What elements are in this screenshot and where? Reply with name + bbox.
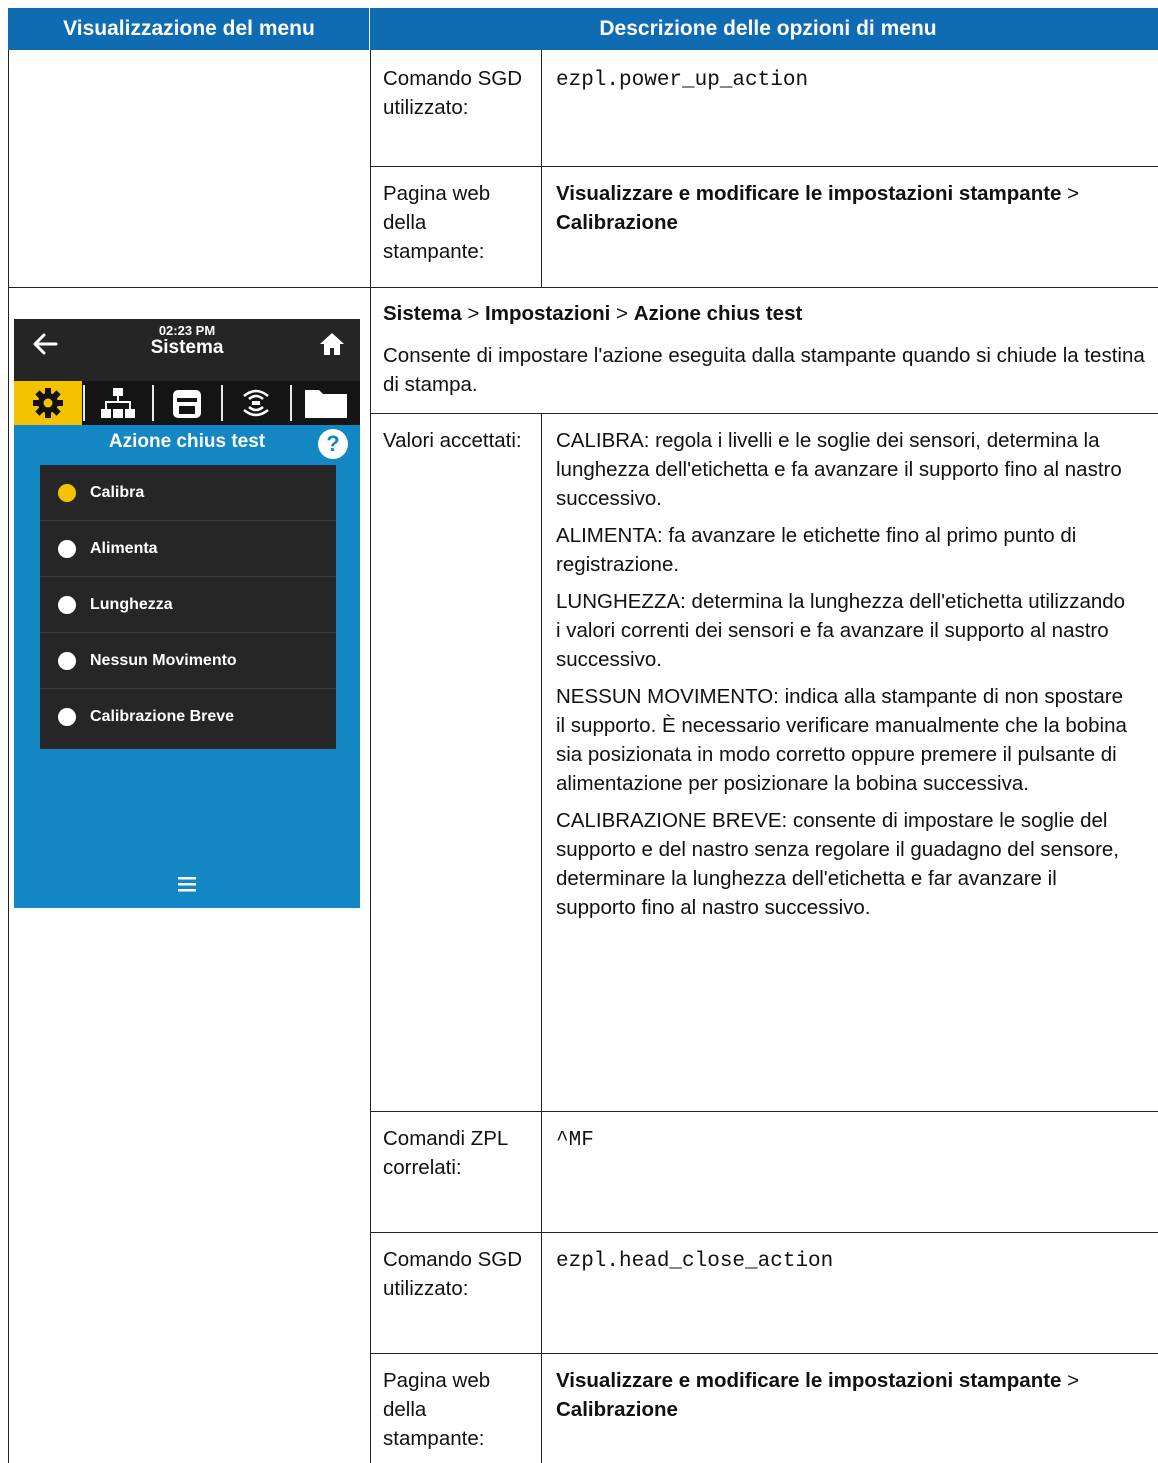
row-value-sgd: ezpl.head_close_action <box>556 1250 834 1273</box>
webpage-path-2: Calibrazione <box>556 1398 678 1421</box>
display-tab-bar <box>14 381 360 425</box>
webpage-path-2: Calibrazione <box>556 211 678 234</box>
gear-icon <box>33 388 63 418</box>
option-label: Calibrazione Breve <box>90 707 235 725</box>
webpage-path-1: Visualizzare e modificare le impostazion… <box>556 182 1062 205</box>
value-calibra: CALIBRA: regola i livelli e le soglie de… <box>556 429 1122 510</box>
display-top-bar: 02:23 PM Sistema <box>14 319 360 381</box>
display-title: Sistema <box>150 337 224 358</box>
printer-icon <box>173 390 201 418</box>
option-label: Calibra <box>90 483 145 501</box>
radio-icon <box>58 539 76 558</box>
header-menu-description: Descrizione delle opzioni di menu <box>370 8 1158 50</box>
row-label-zpl: Comandi ZPL correlati: <box>383 1127 508 1179</box>
printer-tab[interactable] <box>154 381 220 425</box>
row-label-values: Valori accettati: <box>383 429 522 452</box>
row-value-webpage: Visualizzare e modificare le impostazion… <box>556 179 1116 237</box>
printer-display: 02:23 PM Sistema Azione chius test ? Cal… <box>14 319 360 908</box>
option-lunghezza[interactable]: Lunghezza <box>40 577 336 633</box>
value-alimenta: ALIMENTA: fa avanzare le etichette fino … <box>556 524 1077 576</box>
row-label-webpage: Pagina web della stampante: <box>383 1369 491 1450</box>
radio-icon <box>58 707 76 726</box>
wireless-tab[interactable] <box>223 381 289 425</box>
radio-icon <box>58 651 76 670</box>
network-icon <box>101 388 135 418</box>
breadcrumb-sep: > <box>467 302 480 325</box>
option-calibrazione-breve[interactable]: Calibrazione Breve <box>40 689 336 744</box>
help-icon[interactable]: ? <box>318 429 348 459</box>
label-divider-top <box>541 50 542 287</box>
webpage-path-1: Visualizzare e modificare le impostazion… <box>556 1369 1062 1392</box>
path-separator: > <box>1067 182 1080 205</box>
row-line <box>370 1353 1158 1354</box>
row-line <box>370 166 1158 167</box>
network-tab[interactable] <box>85 381 151 425</box>
value-lunghezza: LUNGHEZZA: determina la lunghezza dell'e… <box>556 590 1126 671</box>
row-label-webpage: Pagina web della stampante: <box>383 182 491 263</box>
display-heading: Azione chius test <box>108 431 266 452</box>
option-nessun-movimento[interactable]: Nessun Movimento <box>40 633 336 689</box>
home-icon[interactable] <box>318 330 346 358</box>
display-time: 02:23 PM <box>158 323 216 338</box>
folder-icon <box>305 390 347 418</box>
row-line <box>370 413 1158 414</box>
row-value-webpage: Visualizzare e modificare le impostazion… <box>556 1366 1116 1424</box>
breadcrumb-3: Azione chius test <box>633 302 803 325</box>
option-label: Alimenta <box>90 539 158 557</box>
row-value-zpl: ^MF <box>556 1129 594 1152</box>
header-menu-display: Visualizzazione del menu <box>8 8 370 50</box>
row-line <box>370 1111 1158 1112</box>
column-divider <box>370 50 371 1463</box>
breadcrumb: Sistema > Impostazioni > Azione chius te… <box>383 299 1153 328</box>
section-description: Consente di impostare l'azione eseguita … <box>383 344 1145 396</box>
breadcrumb-sep: > <box>616 302 629 325</box>
option-list: Calibra Alimenta Lunghezza Nessun Movime… <box>40 465 336 749</box>
option-label: Lunghezza <box>90 595 173 613</box>
row-value-sgd: ezpl.power_up_action <box>556 69 809 92</box>
radio-selected-icon <box>58 483 76 502</box>
row-label-sgd: Comando SGD utilizzato: <box>383 1248 523 1300</box>
breadcrumb-1: Sistema <box>383 302 462 325</box>
radio-icon <box>58 595 76 614</box>
option-calibra[interactable]: Calibra <box>40 465 336 521</box>
hamburger-menu-icon[interactable] <box>14 873 360 895</box>
label-divider-bottom <box>541 413 542 1463</box>
wireless-icon <box>243 389 269 417</box>
accepted-values-list: CALIBRA: regola i livelli e le soglie de… <box>556 426 1128 930</box>
value-nessun-movimento: NESSUN MOVIMENTO: indica alla stampante … <box>556 685 1127 795</box>
left-border <box>8 50 9 1463</box>
breadcrumb-2: Impostazioni <box>485 302 611 325</box>
option-alimenta[interactable]: Alimenta <box>40 521 336 577</box>
section-line <box>8 287 1158 288</box>
value-calibrazione-breve: CALIBRAZIONE BREVE: consente di impostar… <box>556 809 1119 919</box>
path-separator: > <box>1067 1369 1080 1392</box>
gear-tab[interactable] <box>14 381 82 425</box>
row-label-sgd: Comando SGD utilizzato: <box>383 67 523 119</box>
row-line <box>370 1232 1158 1233</box>
folder-tab[interactable] <box>292 381 360 425</box>
option-label: Nessun Movimento <box>90 651 237 669</box>
